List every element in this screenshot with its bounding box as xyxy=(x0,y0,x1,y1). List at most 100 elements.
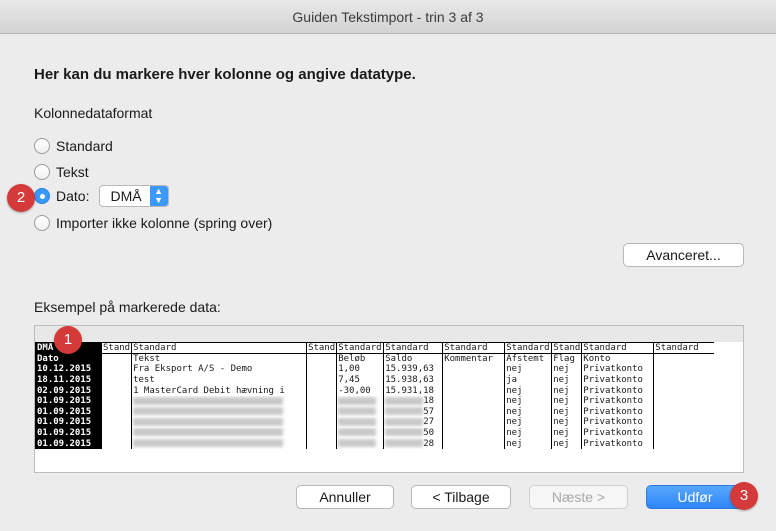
advanced-button[interactable]: Avanceret... xyxy=(623,243,744,267)
redacted-text xyxy=(385,396,424,405)
radio-date-row[interactable]: Dato: DMÅ ▲ ▼ xyxy=(34,185,169,207)
table-cell: 01.09.2015 xyxy=(35,417,102,428)
column-header[interactable]: Standard xyxy=(383,342,443,354)
table-cell: 18 xyxy=(383,395,443,407)
table-cell xyxy=(100,438,132,449)
column-header[interactable]: Standard xyxy=(442,342,505,354)
table-cell: Saldo xyxy=(383,353,443,365)
table-cell: Flag xyxy=(551,353,582,365)
radio-text[interactable] xyxy=(34,164,50,180)
table-cell xyxy=(653,406,714,418)
table-row: 01.09.2015 18 nej nej Privatkonto xyxy=(35,395,714,407)
table-cell: Beløb xyxy=(336,353,384,365)
table-cell: nej xyxy=(551,417,582,428)
column-header[interactable]: Standard xyxy=(131,342,307,354)
column-header[interactable]: Stand xyxy=(306,342,337,354)
data-preview[interactable]: DMÅ Stand Standard Stand Standard Standa… xyxy=(34,325,744,473)
table-cell: 01.09.2015 xyxy=(35,395,102,407)
table-cell xyxy=(653,385,714,396)
radio-text-row[interactable]: Tekst xyxy=(34,162,89,182)
table-cell xyxy=(442,438,505,449)
select-arrows-icon: ▲ ▼ xyxy=(149,186,168,206)
cancel-button[interactable]: Annuller xyxy=(296,485,394,509)
radio-date-label[interactable]: Dato: xyxy=(56,188,89,204)
column-header[interactable]: Standard xyxy=(581,342,654,354)
redacted-text xyxy=(338,428,377,437)
table-cell xyxy=(100,427,132,439)
table-cell: 01.09.2015 xyxy=(35,427,102,439)
table-cell: 15.938,63 xyxy=(383,374,443,386)
table-row: 01.09.2015 50 nej nej Privatkonto xyxy=(35,427,714,439)
column-header[interactable]: Stand xyxy=(100,342,132,354)
table-cell: 7,45 xyxy=(336,374,384,386)
back-button[interactable]: < Tilbage xyxy=(411,485,511,509)
column-header[interactable]: Standard xyxy=(504,342,552,354)
table-cell: 57 xyxy=(383,406,443,418)
table-cell xyxy=(442,374,505,386)
table-cell xyxy=(131,417,307,428)
table-row: 10.12.2015 Fra Eksport A/S - Demo 1,00 15.9… xyxy=(35,364,714,375)
radio-standard[interactable] xyxy=(34,138,50,154)
table-cell xyxy=(442,385,505,396)
redacted-text xyxy=(133,396,284,405)
table-cell: nej xyxy=(551,364,582,375)
radio-standard-row[interactable]: Standard xyxy=(34,136,113,156)
redacted-text xyxy=(338,407,377,416)
table-cell xyxy=(653,427,714,439)
table-cell xyxy=(653,438,714,449)
next-button[interactable]: Næste > xyxy=(529,485,628,509)
redacted-text xyxy=(338,417,377,426)
table-cell xyxy=(336,438,384,449)
table-cell xyxy=(100,364,132,375)
column-header[interactable]: Standard xyxy=(336,342,384,354)
table-cell xyxy=(306,395,337,407)
table-cell: 1,00 xyxy=(336,364,384,375)
redacted-text xyxy=(385,417,424,426)
table-cell xyxy=(100,417,132,428)
table-cell: Privatkonto xyxy=(581,438,654,449)
table-cell: 28 xyxy=(383,438,443,449)
redacted-text xyxy=(385,439,424,448)
table-cell: 1 MasterCard Debit hævning i xyxy=(131,385,307,396)
radio-date[interactable] xyxy=(34,188,50,204)
radio-standard-label[interactable]: Standard xyxy=(56,138,113,154)
redacted-text xyxy=(133,439,284,448)
date-format-select[interactable]: DMÅ ▲ ▼ xyxy=(99,185,169,207)
step-badge-2: 2 xyxy=(7,184,35,212)
preview-table[interactable]: DMÅ Stand Standard Stand Standard Standa… xyxy=(35,342,714,449)
table-cell xyxy=(131,438,307,449)
table-cell: nej xyxy=(551,374,582,386)
radio-skip-label[interactable]: Importer ikke kolonne (spring over) xyxy=(56,215,272,231)
step-badge-3: 3 xyxy=(730,482,758,510)
table-cell: Dato xyxy=(35,353,102,365)
table-cell xyxy=(306,385,337,396)
table-cell xyxy=(442,406,505,418)
table-cell: Privatkonto xyxy=(581,406,654,418)
table-cell xyxy=(100,395,132,407)
table-cell xyxy=(306,374,337,386)
radio-text-label[interactable]: Tekst xyxy=(56,164,89,180)
table-cell: 18.11.2015 xyxy=(35,374,102,386)
table-cell xyxy=(442,417,505,428)
table-cell: nej xyxy=(504,427,552,439)
column-header[interactable]: Standard xyxy=(653,342,714,354)
table-cell xyxy=(100,374,132,386)
table-cell: nej xyxy=(551,395,582,407)
column-header[interactable]: Stand xyxy=(551,342,582,354)
table-cell: 02.09.2015 xyxy=(35,385,102,396)
preview-header-row[interactable]: DMÅ Stand Standard Stand Standard Standa… xyxy=(35,342,714,354)
radio-skip[interactable] xyxy=(34,215,50,231)
redacted-text xyxy=(338,396,377,405)
table-cell: Privatkonto xyxy=(581,427,654,439)
redacted-text xyxy=(133,428,284,437)
table-row: 01.09.2015 57 nej nej Privatkonto xyxy=(35,406,714,418)
table-cell: nej xyxy=(504,406,552,418)
table-cell xyxy=(653,374,714,386)
radio-skip-row[interactable]: Importer ikke kolonne (spring over) xyxy=(34,213,272,233)
table-cell xyxy=(100,406,132,418)
table-cell: Privatkonto xyxy=(581,417,654,428)
table-cell xyxy=(306,406,337,418)
table-cell xyxy=(306,438,337,449)
cell-text: 28 xyxy=(423,438,435,449)
table-cell: nej xyxy=(551,385,582,396)
